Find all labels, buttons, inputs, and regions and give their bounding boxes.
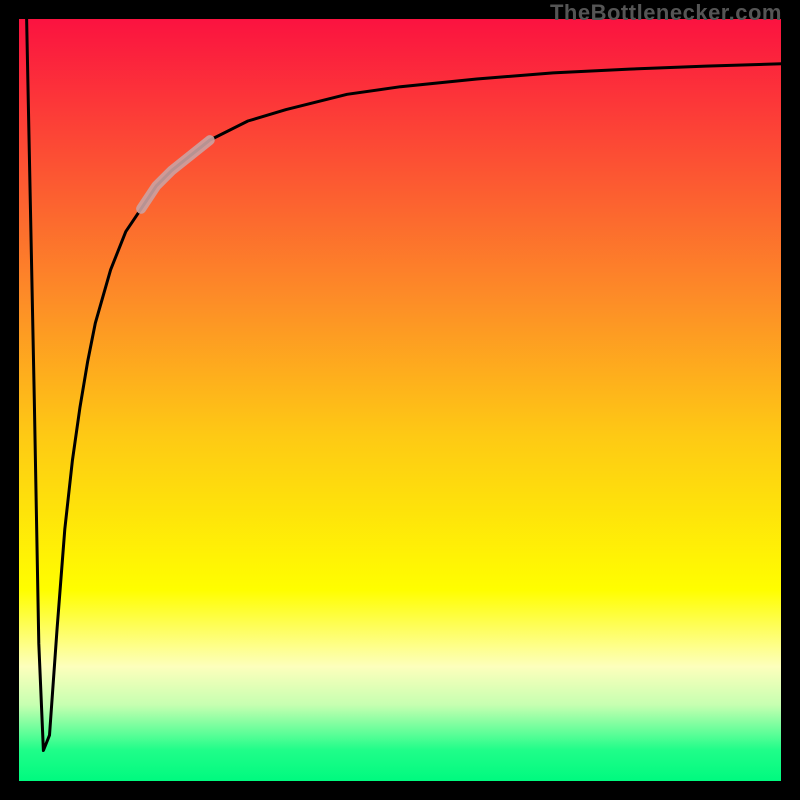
chart-svg	[0, 0, 800, 800]
stage: TheBottlenecker.com	[0, 0, 800, 800]
plot-background	[19, 18, 782, 781]
